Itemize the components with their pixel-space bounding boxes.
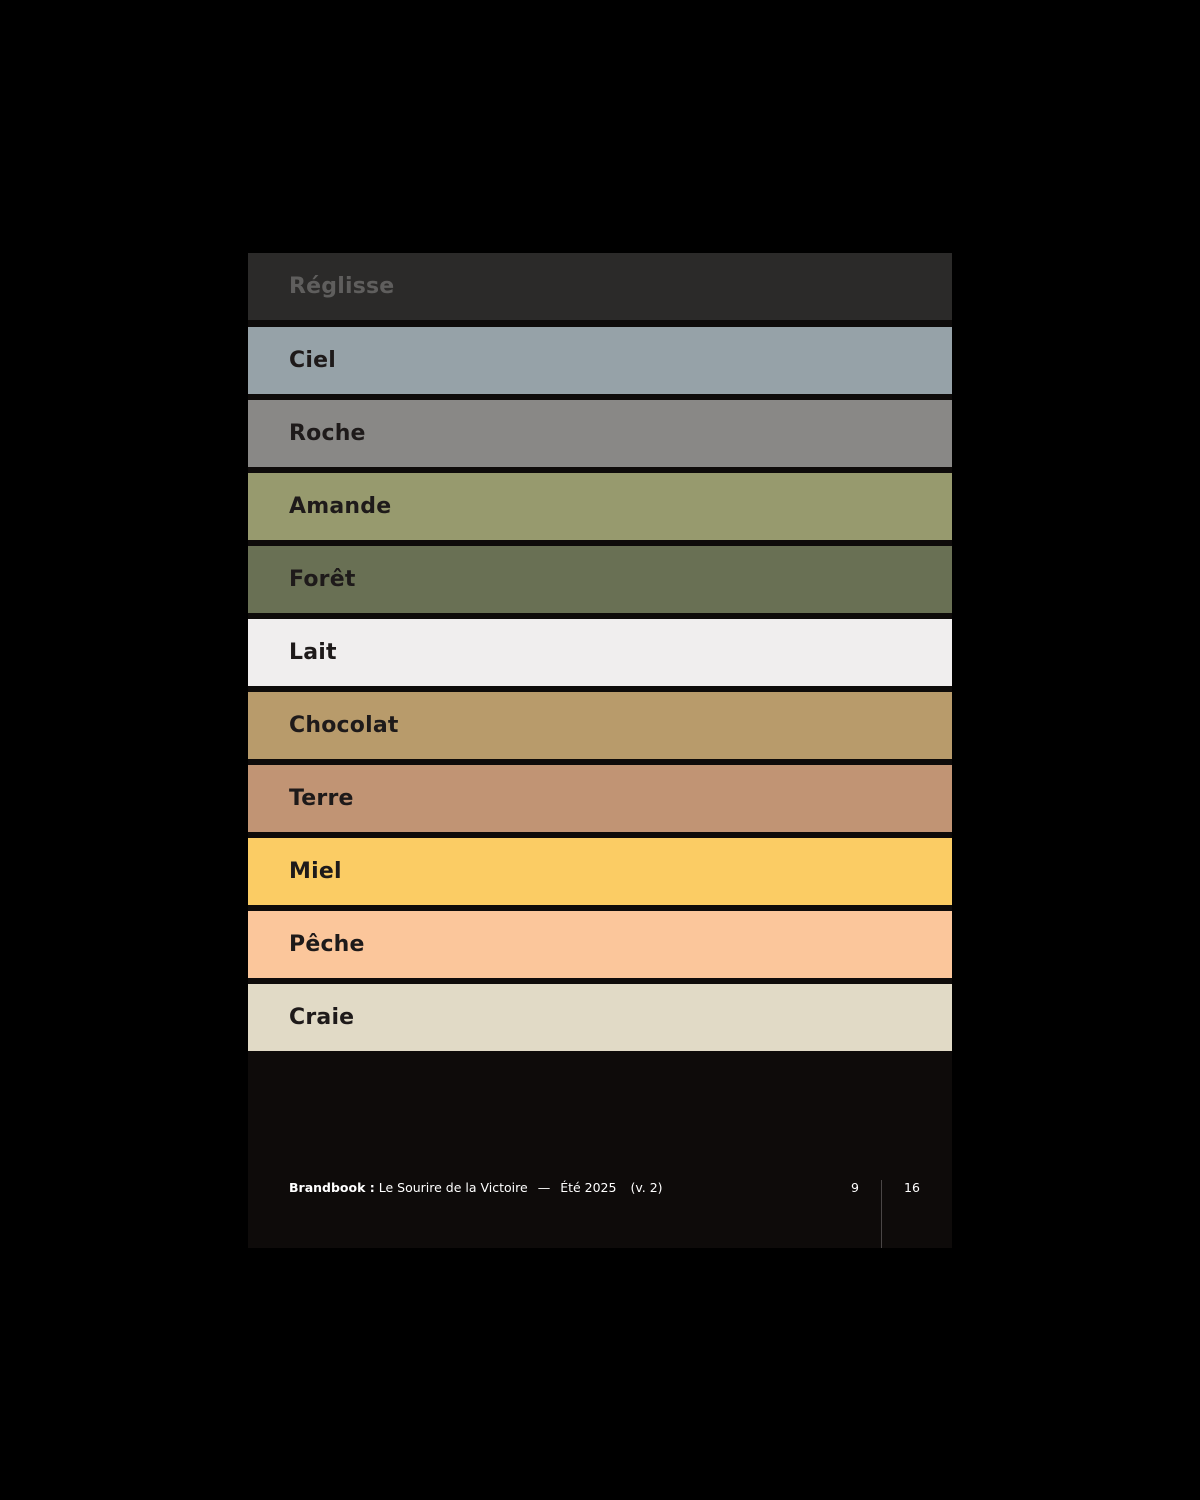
page-divider — [881, 1180, 882, 1248]
swatch-terre: Terre — [248, 765, 952, 832]
swatch-miel: Miel — [248, 838, 952, 905]
swatch-amande: Amande — [248, 473, 952, 540]
swatch-label: Craie — [289, 1005, 355, 1030]
swatch-foret: Forêt — [248, 546, 952, 613]
swatch-label: Pêche — [289, 932, 365, 957]
swatch-roche: Roche — [248, 400, 952, 467]
footer-brand: Brandbook : — [289, 1180, 375, 1195]
swatch-label: Roche — [289, 421, 366, 446]
swatch-label: Chocolat — [289, 713, 399, 738]
swatch-label: Forêt — [289, 567, 356, 592]
footer-version: (v. 2) — [630, 1180, 663, 1195]
swatch-reglisse: Réglisse — [248, 253, 952, 320]
swatch-label: Réglisse — [289, 274, 395, 299]
swatch-peche: Pêche — [248, 911, 952, 978]
swatch-lait: Lait — [248, 619, 952, 686]
footer-title: Le Sourire de la Victoire — [378, 1180, 528, 1195]
swatch-label: Amande — [289, 494, 392, 519]
swatch-label: Miel — [289, 859, 342, 884]
swatch-chocolat: Chocolat — [248, 692, 952, 759]
page-number-total: 16 — [904, 1180, 920, 1195]
footer-dash: — — [537, 1180, 551, 1195]
page-number-current: 9 — [851, 1180, 859, 1195]
footer-season: Été 2025 — [560, 1180, 617, 1195]
swatch-craie: Craie — [248, 984, 952, 1051]
swatch-label: Lait — [289, 640, 337, 665]
brandbook-page: Réglisse Ciel Roche Amande Forêt Lait Ch… — [248, 253, 952, 1248]
swatch-ciel: Ciel — [248, 327, 952, 394]
footer-caption: Brandbook : Le Sourire de la Victoire — … — [289, 1180, 663, 1195]
swatch-label: Ciel — [289, 348, 336, 373]
swatch-label: Terre — [289, 786, 354, 811]
